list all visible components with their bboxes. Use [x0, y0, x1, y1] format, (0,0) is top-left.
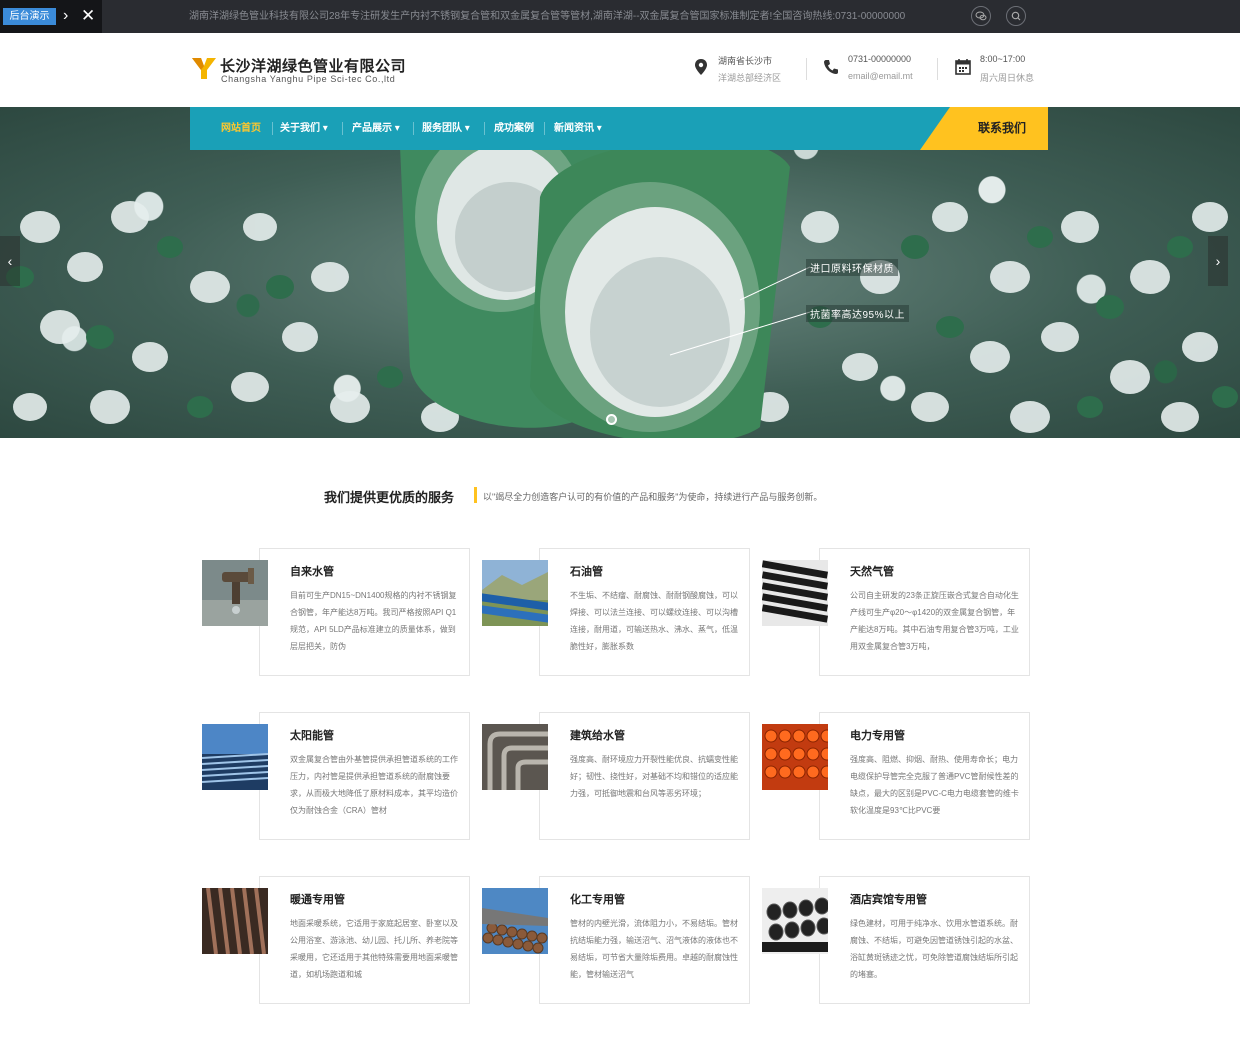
site-header: 长沙洋湖绿色管业有限公司 Changsha Yanghu Pipe Sci-te…	[0, 33, 1240, 107]
hotel-pipe-thumbnail[interactable]	[762, 888, 828, 954]
nav-divider	[484, 122, 485, 135]
card-title[interactable]: 石油管	[570, 563, 603, 579]
title-accent-bar	[474, 487, 477, 503]
nav-divider	[544, 122, 545, 135]
contact-us-label: 联系我们	[977, 121, 1026, 135]
building-water-pipe-thumbnail[interactable]	[482, 724, 548, 790]
card-desc: 强度高、阻燃、抑烟、耐热、使用寿命长；电力电缆保护导管完全克服了普通PVC管耐候…	[850, 755, 1019, 815]
admin-controls: 后台演示 › ✕	[0, 0, 102, 33]
nav-divider	[342, 122, 343, 135]
main-nav: 网站首页 关于我们 ▾ 产品展示 ▾ 服务团队 ▾ 成功案例 新闻资讯 ▾	[190, 107, 1048, 150]
service-card[interactable]: 电力专用管 强度高、阻燃、抑烟、耐热、使用寿命长；电力电缆保护导管完全克服了普通…	[762, 712, 1030, 840]
email-address[interactable]: email@email.mt	[848, 71, 913, 81]
service-card[interactable]: 石油管 不生垢、不结瘤、耐腐蚀、耐耐钢酸腐蚀，可以焊接、可以法兰连接、可以螺纹连…	[482, 548, 750, 676]
card-desc: 公司自主研发的23条正旋压嵌合式复合自动化生产线可生产φ20～φ1420的双金属…	[850, 591, 1019, 651]
header-divider	[806, 58, 807, 80]
announcement-marquee: 湖南洋湖绿色管业科技有限公司28年专注研发生产内衬不锈钢复合管和双金属复合管等管…	[189, 11, 906, 22]
location-pin-icon	[695, 59, 707, 75]
business-days: 周六周日休息	[980, 73, 1035, 83]
service-card[interactable]: 建筑给水管 强度高、耐环境应力开裂性能优良、抗蠕变性能好；韧性、挠性好，对基础不…	[482, 712, 750, 840]
card-box: 化工专用管 管材的内壁光滑，流体阻力小，不易结垢。管材抗结垢能力强，输送沼气、沼…	[539, 876, 750, 1004]
card-desc: 绿色建材，可用于纯净水、饮用水管道系统。耐腐蚀、不结垢，可避免因管道锈蚀引起的水…	[850, 919, 1018, 979]
services-subtitle: 以"竭尽全力创造客户认可的有价值的产品和服务"为使命，持续进行产品与服务创新。	[483, 492, 823, 502]
banner-next-arrow[interactable]: ›	[1208, 236, 1228, 286]
nav-item-home[interactable]: 网站首页	[221, 107, 261, 150]
service-card[interactable]: 暖通专用管 地面采暖系统，它适用于家庭起居室、卧室以及公用浴室、游泳池、幼儿园、…	[202, 876, 470, 1004]
banner-callout-antibacterial: 抗菌率高达95%以上	[806, 305, 910, 322]
service-card[interactable]: 太阳能管 双金属复合管由外基管提供承担管道系统的工作压力，内衬管是提供承担管道系…	[202, 712, 470, 840]
card-desc: 强度高、耐环境应力开裂性能优良、抗蠕变性能好；韧性、挠性好，对基础不均和错位的适…	[570, 755, 738, 798]
hero-banner: 进口原料环保材质 抗菌率高达95%以上	[0, 107, 1240, 438]
nav-item-team[interactable]: 服务团队 ▾	[422, 107, 470, 150]
address-line2: 洋湖总部经济区	[718, 73, 782, 83]
hvac-pipe-thumbnail[interactable]	[202, 888, 268, 954]
chemical-pipe-thumbnail[interactable]	[482, 888, 548, 954]
card-title[interactable]: 自来水管	[290, 563, 334, 579]
power-conduit-thumbnail[interactable]	[762, 724, 828, 790]
card-desc: 地面采暖系统，它适用于家庭起居室、卧室以及公用浴室、游泳池、幼儿园、托儿所、养老…	[290, 919, 458, 979]
card-title[interactable]: 建筑给水管	[570, 727, 625, 743]
admin-demo-button[interactable]: 后台演示	[3, 8, 56, 25]
card-title[interactable]: 电力专用管	[850, 727, 905, 743]
card-desc: 目前可生产DN15~DN1400规格的内衬不锈钢复合钢管，年产能达8万吨。我司严…	[290, 591, 457, 651]
banner-callout-materials: 进口原料环保材质	[806, 259, 898, 276]
close-icon[interactable]: ✕	[81, 5, 95, 27]
search-icon[interactable]	[1006, 6, 1026, 26]
phone-number[interactable]: 0731-00000000	[848, 54, 911, 64]
banner-prev-arrow[interactable]: ‹	[0, 236, 20, 286]
faucet-thumbnail[interactable]	[202, 560, 268, 626]
nav-item-about[interactable]: 关于我们 ▾	[280, 107, 328, 150]
nav-item-cases[interactable]: 成功案例	[494, 107, 534, 150]
banner-pagination-dot[interactable]	[606, 414, 617, 425]
card-box: 建筑给水管 强度高、耐环境应力开裂性能优良、抗蠕变性能好；韧性、挠性好，对基础不…	[539, 712, 750, 840]
banner-pellets-image	[6, 107, 1238, 438]
card-box: 太阳能管 双金属复合管由外基管提供承担管道系统的工作压力，内衬管是提供承担管道系…	[259, 712, 470, 840]
nav-divider	[413, 122, 414, 135]
solar-tube-thumbnail[interactable]	[202, 724, 268, 790]
card-desc: 不生垢、不结瘤、耐腐蚀、耐耐钢酸腐蚀，可以焊接、可以法兰连接、可以螺纹连接、可以…	[570, 591, 738, 651]
calendar-icon	[955, 59, 971, 75]
card-desc: 双金属复合管由外基管提供承担管道系统的工作压力，内衬管是提供承担管道系统的耐腐蚀…	[290, 755, 458, 815]
business-hours: 8:00~17:00	[980, 54, 1026, 64]
gas-pipe-thumbnail[interactable]	[762, 560, 828, 626]
card-title[interactable]: 暖通专用管	[290, 891, 345, 907]
card-title[interactable]: 化工专用管	[570, 891, 625, 907]
card-box: 电力专用管 强度高、阻燃、抑烟、耐热、使用寿命长；电力电缆保护导管完全克服了普通…	[819, 712, 1030, 840]
card-box: 石油管 不生垢、不结瘤、耐腐蚀、耐耐钢酸腐蚀，可以焊接、可以法兰连接、可以螺纹连…	[539, 548, 750, 676]
wechat-icon[interactable]	[971, 6, 991, 26]
card-desc: 管材的内壁光滑，流体阻力小，不易结垢。管材抗结垢能力强，输送沼气、沼气液体的液体…	[570, 919, 738, 979]
card-title[interactable]: 天然气管	[850, 563, 894, 579]
company-logo-icon[interactable]	[191, 55, 217, 81]
card-title[interactable]: 酒店宾馆专用管	[850, 891, 927, 907]
card-box: 暖通专用管 地面采暖系统，它适用于家庭起居室、卧室以及公用浴室、游泳池、幼儿园、…	[259, 876, 470, 1004]
header-divider	[937, 58, 938, 80]
admin-topbar: 后台演示 › ✕ 湖南洋湖绿色管业科技有限公司28年专注研发生产内衬不锈钢复合管…	[0, 0, 1240, 33]
phone-icon	[824, 60, 838, 74]
card-title[interactable]: 太阳能管	[290, 727, 334, 743]
nav-item-news[interactable]: 新闻资讯 ▾	[554, 107, 602, 150]
address-line1: 湖南省长沙市	[718, 56, 773, 66]
services-title: 我们提供更优质的服务	[324, 490, 455, 505]
service-card[interactable]: 化工专用管 管材的内壁光滑，流体阻力小，不易结垢。管材抗结垢能力强，输送沼气、沼…	[482, 876, 750, 1004]
service-card[interactable]: 酒店宾馆专用管 绿色建材，可用于纯净水、饮用水管道系统。耐腐蚀、不结垢，可避免因…	[762, 876, 1030, 1004]
service-card[interactable]: 天然气管 公司自主研发的23条正旋压嵌合式复合自动化生产线可生产φ20～φ142…	[762, 548, 1030, 676]
card-box: 自来水管 目前可生产DN15~DN1400规格的内衬不锈钢复合钢管，年产能达8万…	[259, 548, 470, 676]
card-box: 酒店宾馆专用管 绿色建材，可用于纯净水、饮用水管道系统。耐腐蚀、不结垢，可避免因…	[819, 876, 1030, 1004]
banner-pipes	[400, 107, 811, 438]
nav-item-products[interactable]: 产品展示 ▾	[352, 107, 400, 150]
service-card[interactable]: 自来水管 目前可生产DN15~DN1400规格的内衬不锈钢复合钢管，年产能达8万…	[202, 548, 470, 676]
nav-divider	[272, 122, 273, 135]
company-name[interactable]: 长沙洋湖绿色管业有限公司	[220, 55, 406, 76]
card-box: 天然气管 公司自主研发的23条正旋压嵌合式复合自动化生产线可生产φ20～φ142…	[819, 548, 1030, 676]
company-name-en: Changsha Yanghu Pipe Sci-tec Co.,ltd	[221, 74, 396, 84]
chevron-right-icon[interactable]: ›	[63, 6, 68, 26]
oil-pipeline-thumbnail[interactable]	[482, 560, 548, 626]
